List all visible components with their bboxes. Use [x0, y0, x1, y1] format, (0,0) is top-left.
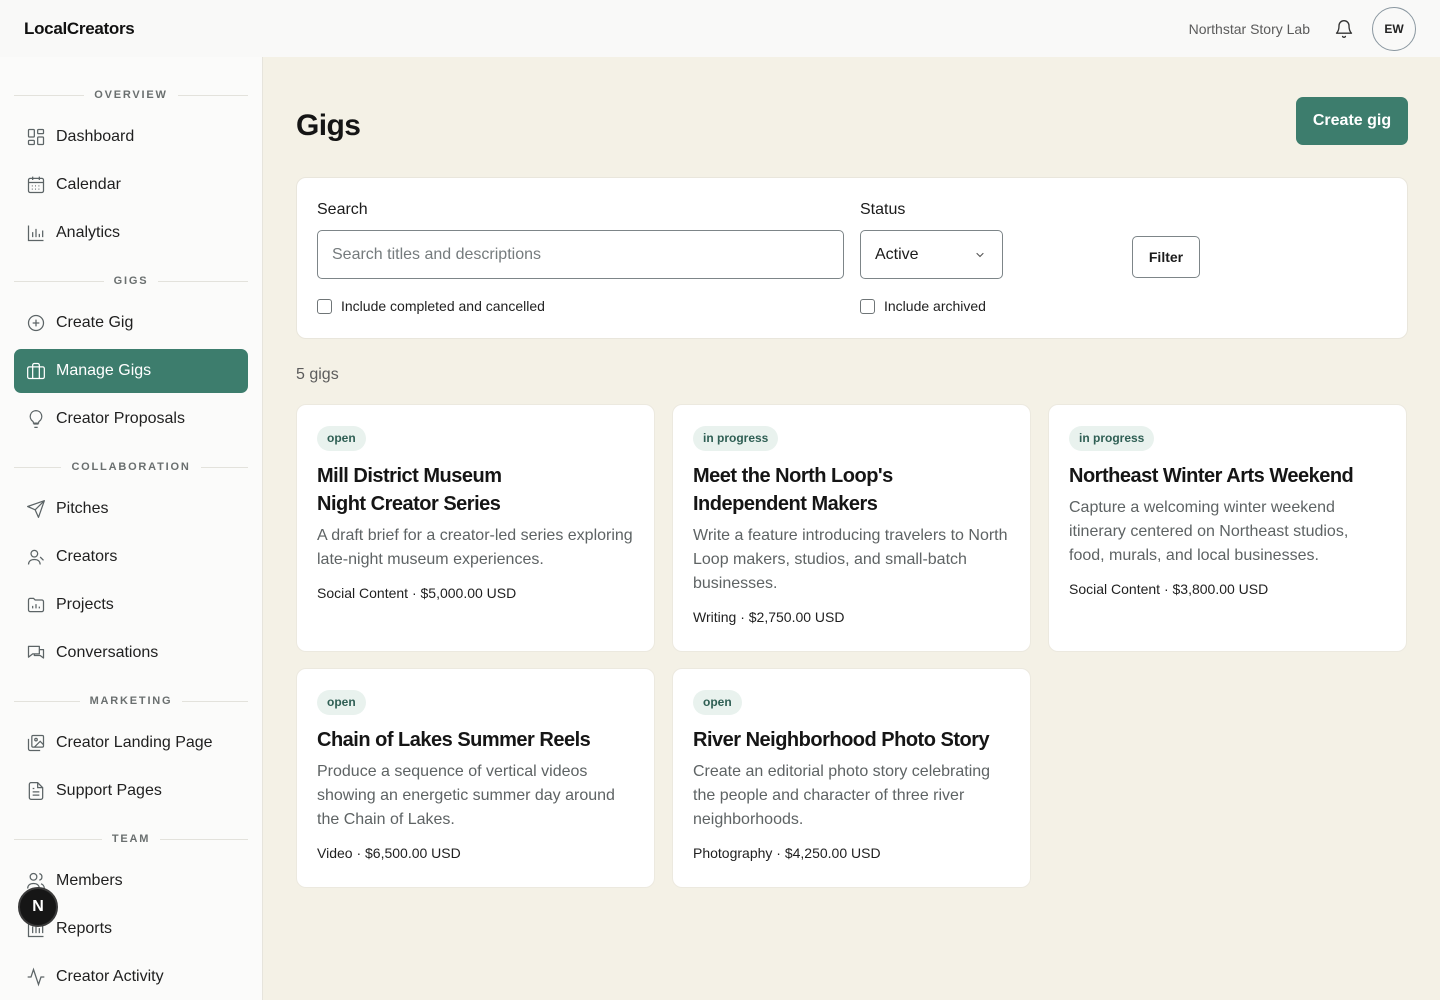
gig-card[interactable]: in progress Meet the North Loop's Indepe… [672, 404, 1031, 652]
sidebar-item-label: Dashboard [56, 128, 135, 145]
main-content: Gigs Create gig Search Status Active Fil… [264, 57, 1440, 1000]
bell-icon[interactable] [1334, 19, 1354, 39]
folder-icon [26, 595, 46, 615]
status-badge: open [317, 690, 366, 715]
gig-card[interactable]: open Mill District Museum Night Creator … [296, 404, 655, 652]
sidebar-item-label: Projects [56, 596, 114, 613]
status-badge: open [693, 690, 742, 715]
lightbulb-icon [26, 409, 46, 429]
sidebar-item-label: Members [56, 872, 123, 889]
sidebar-item-manage-gigs[interactable]: Manage Gigs [14, 349, 248, 393]
sidebar-item-label: Creator Landing Page [56, 734, 213, 751]
include-completed-checkbox-row[interactable]: Include completed and cancelled [317, 298, 545, 314]
sidebar-item-label: Creators [56, 548, 118, 565]
chevron-down-icon [974, 249, 986, 261]
plus-circle-icon [26, 313, 46, 333]
sidebar-section-marketing: MARKETING [14, 695, 248, 707]
sidebar-item-label: Creator Proposals [56, 410, 185, 427]
page-title: Gigs [296, 109, 361, 142]
gig-title[interactable]: Mill District Museum Night Creator Serie… [317, 462, 517, 518]
sidebar-item-creators[interactable]: Creators [14, 535, 248, 579]
gig-title[interactable]: Northeast Winter Arts Weekend [1069, 462, 1386, 490]
sidebar-item-create-gig[interactable]: Create Gig [14, 301, 248, 345]
gig-card[interactable]: open Chain of Lakes Summer Reels Produce… [296, 668, 655, 888]
sidebar-section-team: TEAM [14, 833, 248, 845]
gig-count: 5 gigs [296, 366, 339, 383]
sidebar-item-label: Support Pages [56, 782, 162, 799]
analytics-icon [26, 223, 46, 243]
sidebar-item-label: Reports [56, 920, 113, 937]
status-label: Status [860, 201, 906, 218]
filter-panel: Search Status Active Filter Include comp… [296, 177, 1408, 339]
filter-button[interactable]: Filter [1132, 236, 1200, 278]
briefcase-icon [26, 361, 46, 381]
sidebar-item-label: Pitches [56, 500, 109, 517]
gig-title[interactable]: Meet the North Loop's Independent Makers [693, 462, 923, 518]
sidebar-section-gigs: GIGS [14, 275, 248, 287]
sidebar-item-label: Creator Activity [56, 968, 164, 985]
sidebar-item-creator-proposals[interactable]: Creator Proposals [14, 397, 248, 441]
gig-description: Write a feature introducing travelers to… [693, 527, 1008, 592]
status-select[interactable]: Active [860, 230, 1003, 279]
status-badge: in progress [1069, 426, 1155, 451]
user-icon [26, 547, 46, 567]
status-badge: open [317, 426, 366, 451]
sidebar-item-label: Calendar [56, 176, 121, 193]
gig-title[interactable]: Chain of Lakes Summer Reels [317, 726, 634, 754]
include-completed-checkbox[interactable] [317, 298, 332, 314]
gig-title[interactable]: River Neighborhood Photo Story [693, 726, 1010, 754]
sidebar-item-dashboard[interactable]: Dashboard [14, 115, 248, 159]
gig-meta: Video · $6,500.00 USD [317, 845, 461, 861]
document-icon [26, 781, 46, 801]
include-archived-checkbox-row[interactable]: Include archived [860, 298, 986, 314]
gig-card[interactable]: open River Neighborhood Photo Story Crea… [672, 668, 1031, 888]
search-label: Search [317, 201, 368, 218]
sidebar-item-label: Conversations [56, 644, 159, 661]
status-select-value: Active [875, 245, 919, 263]
sidebar-item-label: Create Gig [56, 314, 134, 331]
floating-n-badge[interactable]: N [18, 887, 58, 927]
sidebar-item-conversations[interactable]: Conversations [14, 631, 248, 675]
org-switcher[interactable]: Northstar Story Lab [1189, 21, 1310, 37]
include-completed-label: Include completed and cancelled [341, 298, 545, 314]
search-input[interactable] [317, 230, 844, 279]
gig-meta: Photography · $4,250.00 USD [693, 845, 881, 861]
sidebar-item-projects[interactable]: Projects [14, 583, 248, 627]
sidebar-section-collaboration: COLLABORATION [14, 461, 248, 473]
sidebar-item-creator-landing-page[interactable]: Creator Landing Page [14, 721, 248, 765]
sidebar-section-overview: OVERVIEW [14, 89, 248, 101]
activity-icon [26, 967, 46, 987]
gig-description: Create an editorial photo story celebrat… [693, 763, 991, 828]
dashboard-icon [26, 127, 46, 147]
sidebar-item-creator-activity[interactable]: Creator Activity [14, 955, 248, 999]
sidebar-item-support-pages[interactable]: Support Pages [14, 769, 248, 813]
gig-description: Capture a welcoming winter weekend itine… [1069, 499, 1349, 564]
gig-meta: Social Content · $3,800.00 USD [1069, 581, 1269, 597]
sidebar: OVERVIEW Dashboard Calendar Analytics GI… [0, 57, 263, 1000]
include-archived-checkbox[interactable] [860, 298, 875, 314]
sidebar-item-analytics[interactable]: Analytics [14, 211, 248, 255]
send-icon [26, 499, 46, 519]
create-gig-button[interactable]: Create gig [1296, 97, 1408, 145]
sidebar-item-calendar[interactable]: Calendar [14, 163, 248, 207]
brand-logo[interactable]: LocalCreators [24, 19, 135, 39]
calendar-icon [26, 175, 46, 195]
include-archived-label: Include archived [884, 298, 986, 314]
status-badge: in progress [693, 426, 779, 451]
top-right-controls: Northstar Story Lab EW [1189, 6, 1416, 51]
top-bar: LocalCreators Northstar Story Lab EW [0, 0, 1440, 57]
chat-icon [26, 643, 46, 663]
gig-card[interactable]: in progress Northeast Winter Arts Weeken… [1048, 404, 1407, 652]
gig-meta: Social Content · $5,000.00 USD [317, 585, 517, 601]
sidebar-item-pitches[interactable]: Pitches [14, 487, 248, 531]
gig-meta: Writing · $2,750.00 USD [693, 609, 845, 625]
gig-description: A draft brief for a creator-led series e… [317, 527, 633, 568]
sidebar-item-label: Manage Gigs [56, 362, 152, 379]
gig-description: Produce a sequence of vertical videos sh… [317, 763, 615, 828]
images-icon [26, 733, 46, 753]
sidebar-item-label: Analytics [56, 224, 121, 241]
avatar[interactable]: EW [1372, 6, 1416, 51]
